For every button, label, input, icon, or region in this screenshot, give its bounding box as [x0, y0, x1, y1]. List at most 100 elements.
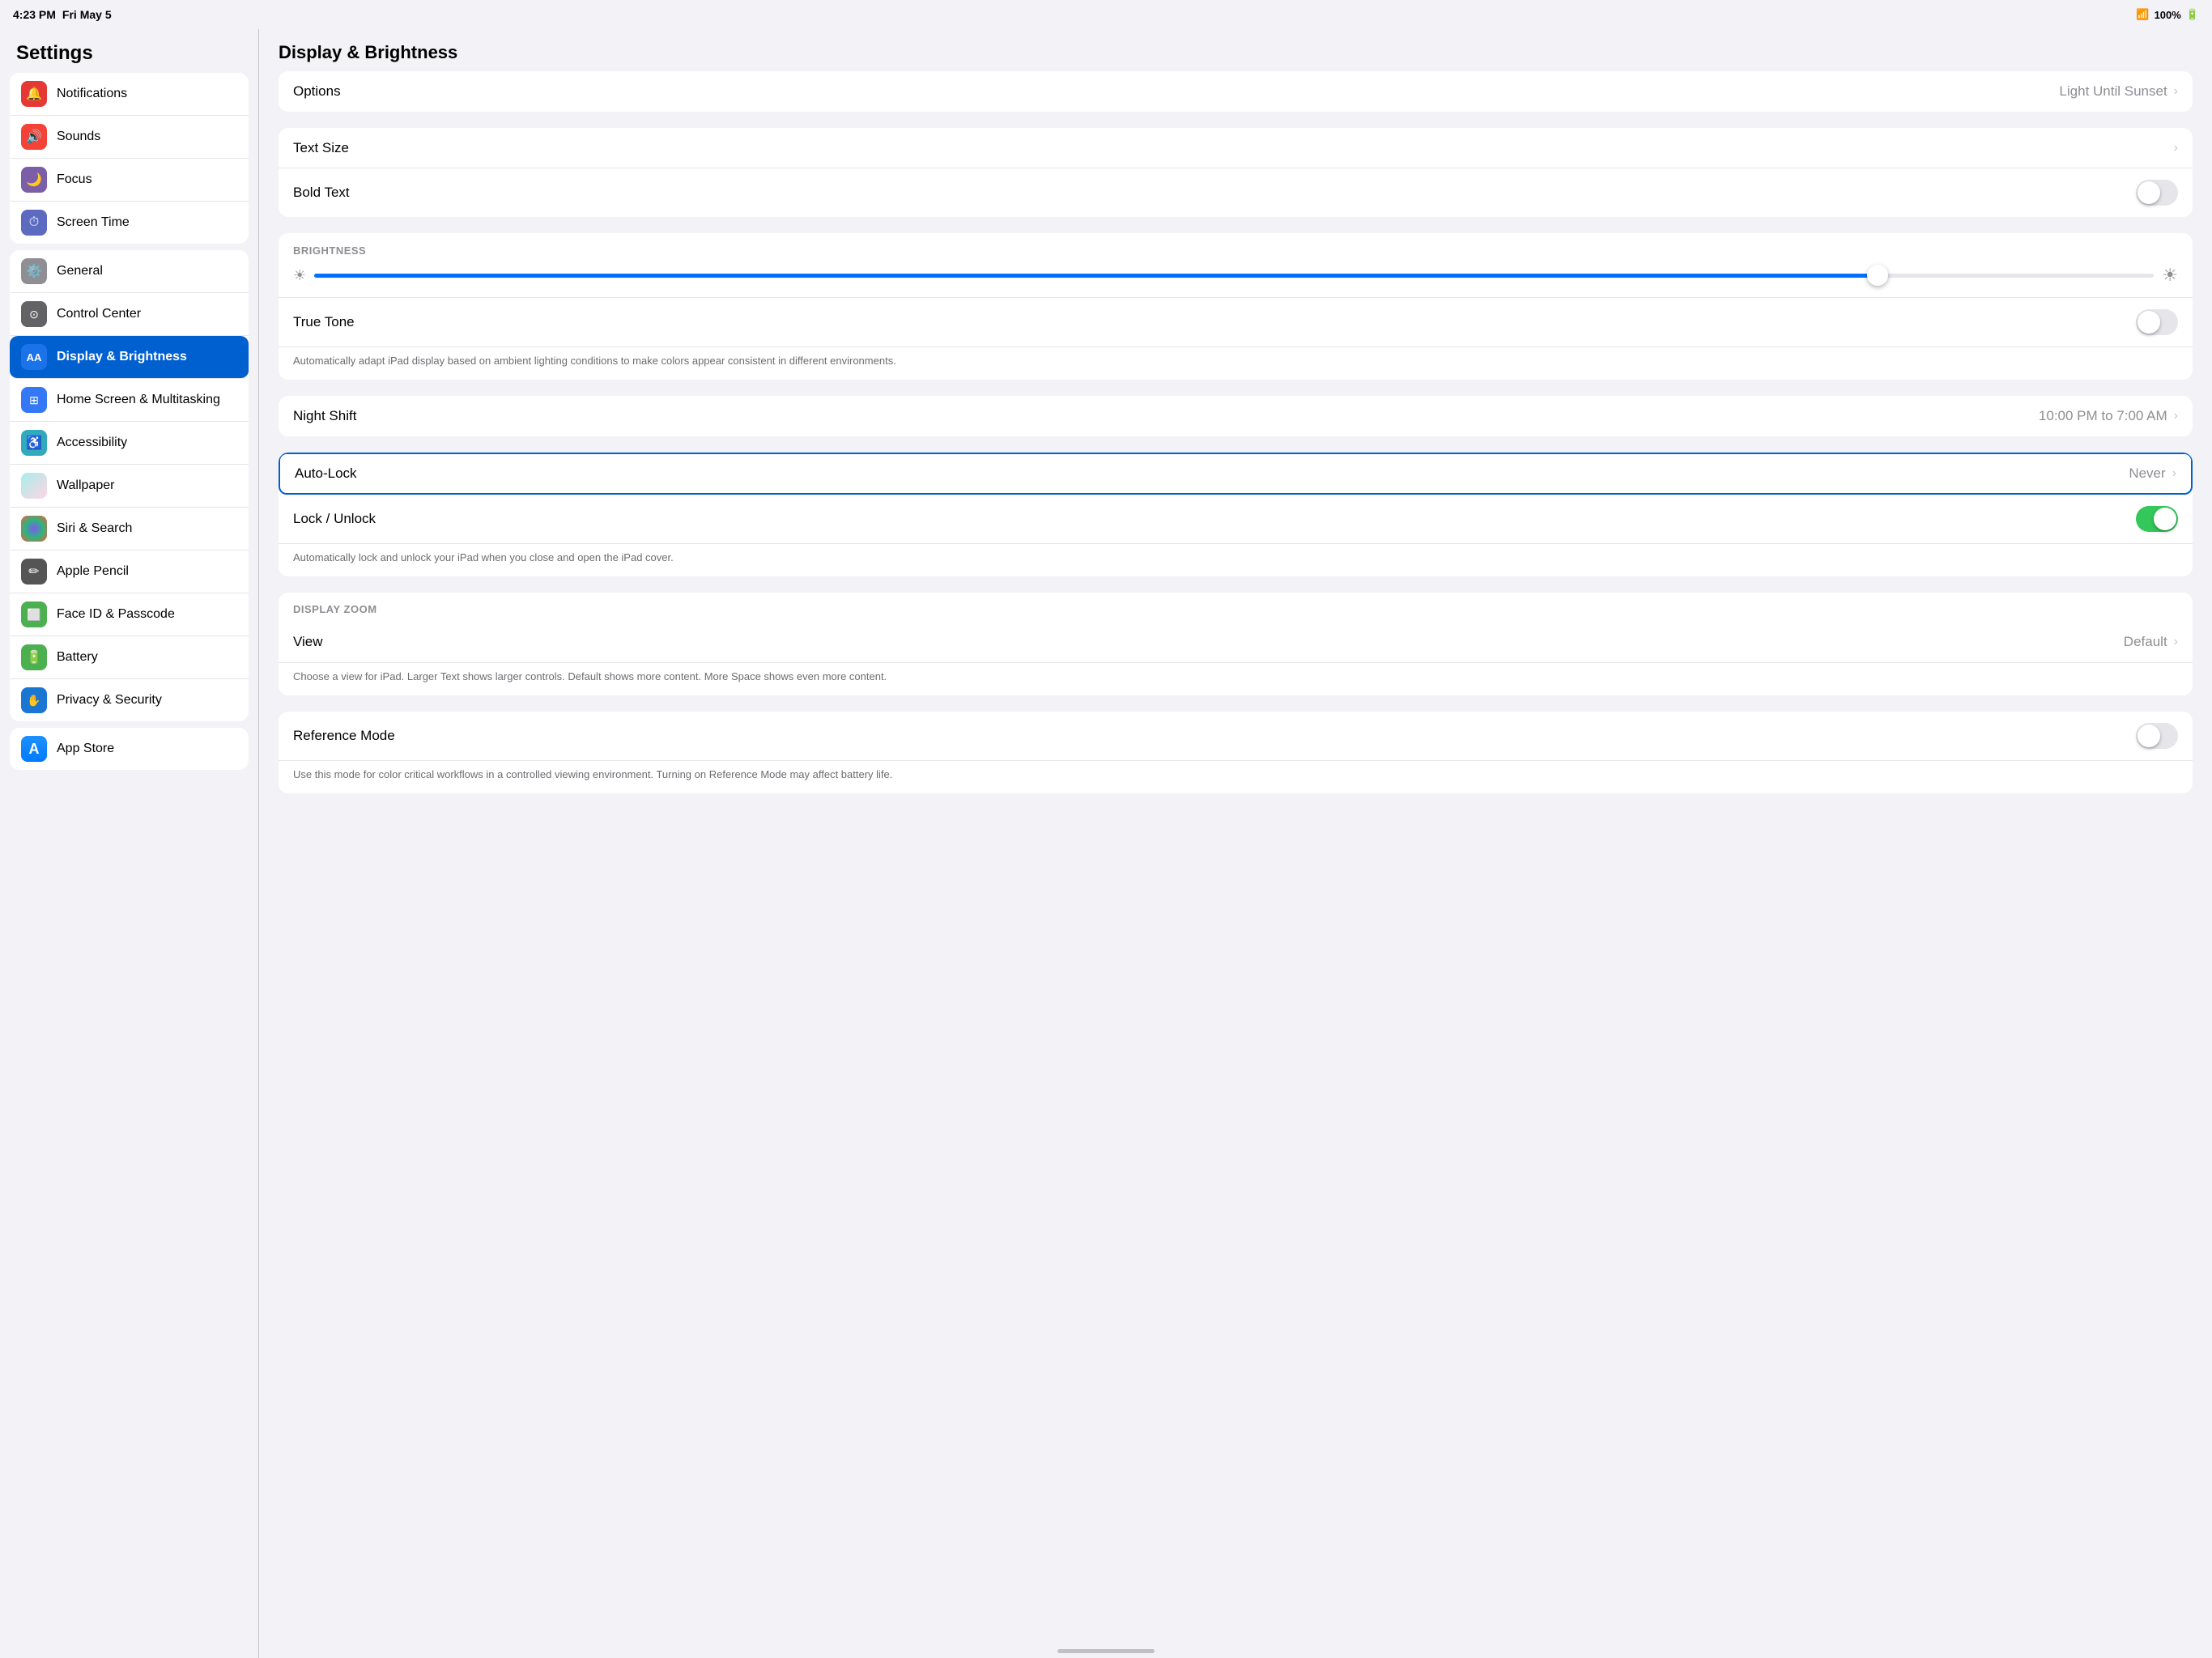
bold-text-toggle-thumb [2138, 181, 2160, 204]
night-shift-chevron: › [2174, 409, 2178, 423]
settings-group-brightness: BRIGHTNESS ☀ ☀ True Tone [279, 233, 2193, 380]
app-store-icon: A [21, 736, 47, 762]
reference-mode-row[interactable]: Reference Mode [279, 712, 2193, 761]
wallpaper-label: Wallpaper [57, 478, 114, 493]
night-shift-value: 10:00 PM to 7:00 AM › [2039, 408, 2178, 424]
lock-unlock-toggle-thumb [2154, 508, 2176, 530]
sidebar-item-privacy[interactable]: ✋ Privacy & Security [10, 679, 249, 721]
battery-icon: 🔋 [21, 644, 47, 670]
home-indicator [1057, 1649, 1155, 1653]
wallpaper-icon [21, 473, 47, 499]
siri-label: Siri & Search [57, 521, 132, 536]
sidebar-item-wallpaper[interactable]: Wallpaper [10, 465, 249, 508]
lock-unlock-description: Automatically lock and unlock your iPad … [279, 544, 2193, 576]
reference-mode-label: Reference Mode [293, 728, 395, 744]
sidebar-group-middle: ⚙️ General ⊙ Control Center AA Display &… [10, 250, 249, 721]
settings-group-appearance: Options Light Until Sunset › [279, 71, 2193, 112]
sun-small-icon: ☀ [293, 267, 306, 284]
true-tone-row[interactable]: True Tone [279, 298, 2193, 347]
apple-pencil-label: Apple Pencil [57, 564, 129, 579]
view-description: Choose a view for iPad. Larger Text show… [279, 663, 2193, 695]
battery-icon: 🔋 [2186, 8, 2199, 21]
wifi-icon: 📶 [2136, 8, 2149, 21]
sidebar-item-display-brightness[interactable]: AA Display & Brightness [10, 336, 249, 379]
auto-lock-label: Auto-Lock [295, 466, 357, 482]
general-icon: ⚙️ [21, 258, 47, 284]
sidebar-item-face-id[interactable]: ⬜ Face ID & Passcode [10, 593, 249, 636]
sounds-icon: 🔊 [21, 124, 47, 150]
night-shift-row[interactable]: Night Shift 10:00 PM to 7:00 AM › [279, 396, 2193, 436]
sidebar-item-accessibility[interactable]: ♿ Accessibility [10, 422, 249, 465]
text-size-chevron: › [2174, 141, 2178, 155]
main-content: Display & Brightness Options Light Until… [259, 29, 2212, 1658]
bold-text-label: Bold Text [293, 185, 350, 201]
focus-label: Focus [57, 172, 92, 187]
main-header: Display & Brightness [259, 29, 2212, 71]
settings-group-text: Text Size › Bold Text [279, 128, 2193, 217]
true-tone-description: Automatically adapt iPad display based o… [279, 347, 2193, 380]
sidebar-item-focus[interactable]: 🌙 Focus [10, 159, 249, 202]
battery-display: 100% [2155, 9, 2181, 21]
sidebar-group-bottom: A App Store [10, 728, 249, 770]
focus-icon: 🌙 [21, 167, 47, 193]
app-store-label: App Store [57, 742, 114, 756]
reference-mode-toggle[interactable] [2136, 723, 2178, 749]
bold-text-toggle[interactable] [2136, 180, 2178, 206]
screen-time-label: Screen Time [57, 215, 130, 230]
face-id-icon: ⬜ [21, 602, 47, 627]
view-value: Default › [2124, 634, 2178, 650]
view-row[interactable]: View Default › [279, 623, 2193, 663]
options-chevron: › [2174, 84, 2178, 99]
sidebar-item-sounds[interactable]: 🔊 Sounds [10, 116, 249, 159]
sidebar: Settings 🔔 Notifications 🔊 Sounds 🌙 Focu… [0, 29, 259, 1658]
sidebar-item-notifications[interactable]: 🔔 Notifications [10, 73, 249, 116]
brightness-track[interactable] [314, 274, 2154, 278]
night-shift-label: Night Shift [293, 408, 356, 424]
options-label: Options [293, 83, 341, 100]
brightness-thumb[interactable] [1867, 265, 1888, 286]
apple-pencil-icon: ✏ [21, 559, 47, 585]
options-row[interactable]: Options Light Until Sunset › [279, 71, 2193, 112]
sidebar-item-app-store[interactable]: A App Store [10, 728, 249, 770]
display-zoom-section-label: DISPLAY ZOOM [279, 593, 2193, 622]
siri-icon [21, 516, 47, 542]
text-size-row[interactable]: Text Size › [279, 128, 2193, 168]
sidebar-item-screen-time[interactable]: ⏱ Screen Time [10, 202, 249, 244]
text-size-value: › [2171, 141, 2178, 155]
sidebar-item-battery[interactable]: 🔋 Battery [10, 636, 249, 679]
sidebar-item-general[interactable]: ⚙️ General [10, 250, 249, 293]
screen-time-icon: ⏱ [21, 210, 47, 236]
sidebar-group-top: 🔔 Notifications 🔊 Sounds 🌙 Focus ⏱ Scree… [10, 73, 249, 244]
settings-group-autolock: Auto-Lock Never › Lock / Unlock Automati… [279, 453, 2193, 576]
auto-lock-value: Never › [2129, 466, 2176, 482]
status-bar-left: 4:23 PM Fri May 5 [13, 8, 112, 21]
accessibility-icon: ♿ [21, 430, 47, 456]
sidebar-item-home-screen[interactable]: ⊞ Home Screen & Multitasking [10, 379, 249, 422]
sidebar-item-control-center[interactable]: ⊙ Control Center [10, 293, 249, 336]
privacy-label: Privacy & Security [57, 693, 162, 708]
auto-lock-row[interactable]: Auto-Lock Never › [279, 453, 2193, 495]
display-brightness-icon: AA [21, 344, 47, 370]
app-container: Settings 🔔 Notifications 🔊 Sounds 🌙 Focu… [0, 0, 2212, 1658]
sidebar-title: Settings [0, 29, 258, 73]
bold-text-row[interactable]: Bold Text [279, 168, 2193, 217]
battery-label: Battery [57, 650, 98, 665]
main-title: Display & Brightness [279, 42, 457, 62]
view-chevron: › [2174, 635, 2178, 649]
true-tone-toggle[interactable] [2136, 309, 2178, 335]
brightness-label: BRIGHTNESS [293, 244, 2178, 257]
status-bar-right: 📶 100% 🔋 [2136, 8, 2199, 21]
lock-unlock-toggle[interactable] [2136, 506, 2178, 532]
notifications-icon: 🔔 [21, 81, 47, 107]
sidebar-item-siri[interactable]: Siri & Search [10, 508, 249, 551]
text-size-label: Text Size [293, 140, 349, 156]
content-area: Options Light Until Sunset › Text Size ›… [259, 71, 2212, 829]
settings-group-display-zoom: DISPLAY ZOOM View Default › Choose a vie… [279, 593, 2193, 695]
notifications-label: Notifications [57, 87, 127, 101]
control-center-label: Control Center [57, 307, 141, 321]
sidebar-item-apple-pencil[interactable]: ✏ Apple Pencil [10, 551, 249, 593]
true-tone-label: True Tone [293, 314, 355, 330]
options-value: Light Until Sunset › [2059, 83, 2178, 100]
lock-unlock-row[interactable]: Lock / Unlock [279, 495, 2193, 544]
true-tone-toggle-thumb [2138, 311, 2160, 334]
